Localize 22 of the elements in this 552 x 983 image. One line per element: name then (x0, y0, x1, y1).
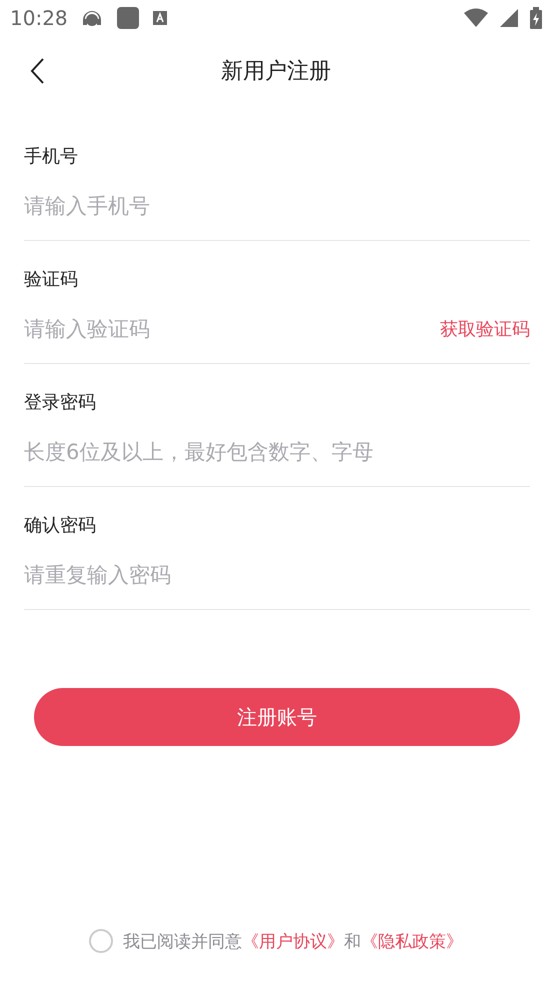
get-code-button[interactable]: 获取验证码 (440, 317, 530, 341)
agreement-text: 我已阅读并同意《用户协议》和《隐私政策》 (123, 930, 463, 952)
field-label: 确认密码 (24, 514, 97, 537)
input-field[interactable]: 请输入验证码 (24, 311, 440, 347)
register-button[interactable]: 注册账号 (34, 688, 520, 746)
privacy-policy-link[interactable]: 《隐私政策》 (361, 932, 463, 952)
status-time: 10:28 (10, 6, 68, 30)
input-field[interactable]: 长度6位及以上，最好包含数字、字母 (24, 434, 530, 470)
user-agreement-link[interactable]: 《用户协议》 (242, 932, 344, 952)
square-icon (116, 6, 140, 30)
back-icon (29, 57, 45, 85)
field-label: 登录密码 (24, 391, 97, 414)
field-label: 手机号 (24, 145, 79, 168)
signal-icon (500, 9, 518, 27)
input-field[interactable]: 请重复输入密码 (24, 557, 530, 593)
input-field[interactable]: 请输入手机号 (24, 188, 530, 224)
page-title: 新用户注册 (221, 58, 331, 86)
battery-icon (530, 7, 542, 29)
wifi-icon (464, 8, 488, 28)
agreement-checkbox[interactable] (89, 929, 113, 953)
field-label: 验证码 (24, 268, 79, 291)
keyboard-icon (152, 10, 168, 26)
